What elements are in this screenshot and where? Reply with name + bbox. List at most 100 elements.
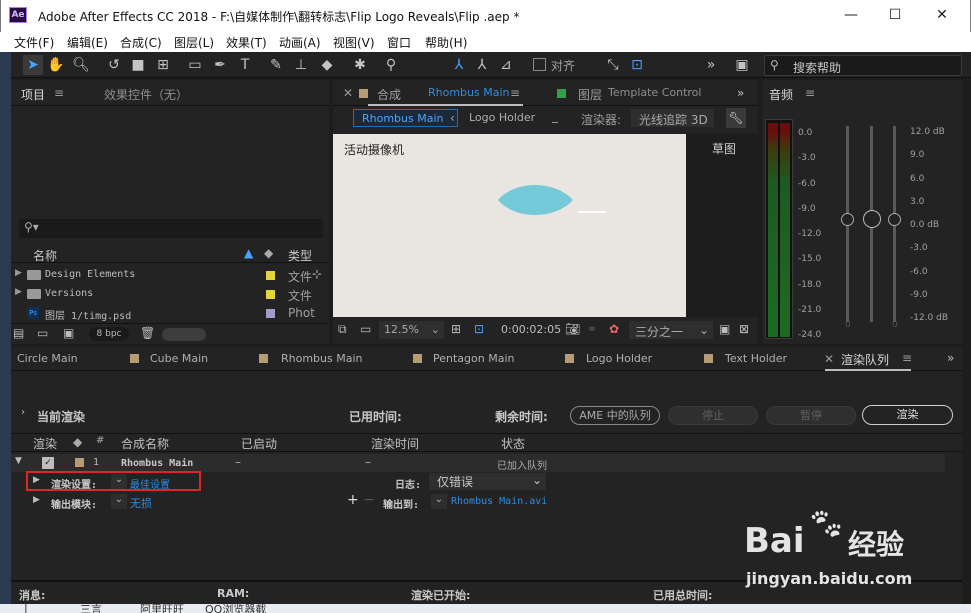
expand-workspace-icon[interactable]: » bbox=[701, 55, 721, 75]
panel-menu-icon[interactable]: ≡ bbox=[510, 86, 520, 100]
list-item[interactable]: ▶ Versions 文件 bbox=[11, 285, 329, 304]
monitor-icon[interactable]: ▭ bbox=[360, 322, 371, 336]
log-select[interactable]: 仅错误 ⌄ bbox=[429, 473, 546, 490]
panel-menu-icon[interactable]: ≡ bbox=[805, 86, 815, 100]
menu-layer[interactable]: 图层(L) bbox=[174, 34, 214, 51]
panel-menu-icon[interactable]: ≡ bbox=[54, 86, 64, 100]
tab-cube-main[interactable]: Cube Main bbox=[150, 352, 208, 365]
help-search-box[interactable]: ⚲ 搜索帮助 bbox=[764, 55, 962, 76]
channel-icon[interactable]: ✿ bbox=[609, 322, 619, 336]
tab-render-queue[interactable]: 渲染队列 bbox=[841, 351, 889, 368]
column-comp-name[interactable]: 合成名称 bbox=[121, 435, 169, 452]
column-name[interactable]: 名称 bbox=[33, 247, 57, 264]
world-axis-icon[interactable]: ⅄ bbox=[472, 55, 492, 75]
pin-tool-icon[interactable]: ⚲ bbox=[381, 55, 401, 75]
resolution-select[interactable]: 三分之一 ⌄ bbox=[629, 321, 713, 339]
list-item[interactable]: ▶ Design Elements 文件 ⊹ bbox=[11, 266, 329, 285]
workspace-icon[interactable]: ▣ bbox=[732, 55, 752, 75]
layer-tab-prefix[interactable]: 图层 bbox=[578, 86, 602, 103]
output-to-value[interactable]: Rhombus Main.avi bbox=[451, 496, 547, 507]
taskbar-item[interactable]: QQ浏览器截 bbox=[205, 604, 266, 613]
project-search-input[interactable]: ⚲▾ bbox=[19, 219, 323, 238]
interpret-footage-icon[interactable]: ▤ bbox=[13, 326, 24, 340]
brush-tool-icon[interactable]: ✎ bbox=[266, 55, 286, 75]
close-tab-icon[interactable]: ✕ bbox=[824, 352, 834, 366]
remove-output-module-icon[interactable]: − bbox=[363, 492, 375, 508]
trash-icon[interactable]: 🗑︎ bbox=[140, 326, 155, 340]
selection-tool-icon[interactable]: ➤ bbox=[23, 55, 43, 75]
snap-feature-icon[interactable]: ⊡ bbox=[627, 55, 647, 75]
collapse-arrow-icon[interactable]: ▼ bbox=[15, 456, 22, 466]
pause-button[interactable]: 暂停 bbox=[766, 406, 856, 425]
expand-arrow-icon[interactable]: ▶ bbox=[15, 268, 22, 278]
minimize-button[interactable]: — bbox=[828, 0, 874, 32]
menu-composition[interactable]: 合成(C) bbox=[120, 34, 162, 51]
bpc-button[interactable]: 8 bpc bbox=[89, 327, 129, 341]
comp-tab-name[interactable]: Rhombus Main bbox=[428, 86, 510, 99]
project-scrollbar[interactable] bbox=[162, 328, 206, 341]
layer-tab-name[interactable]: Template Control bbox=[608, 86, 701, 99]
view-axis-icon[interactable]: ⊿ bbox=[496, 55, 516, 75]
expand-arrow-icon[interactable]: › bbox=[21, 407, 25, 418]
close-button[interactable]: ✕ bbox=[919, 0, 965, 32]
column-type[interactable]: 类型 bbox=[288, 247, 312, 264]
safe-zones-icon[interactable]: ⊞ bbox=[451, 322, 461, 336]
output-to-dropdown[interactable]: ⌄ bbox=[431, 494, 447, 509]
stop-button[interactable]: 停止 bbox=[668, 406, 758, 425]
type-tool-icon[interactable]: T bbox=[235, 55, 255, 75]
column-status[interactable]: 状态 bbox=[501, 435, 525, 452]
eraser-tool-icon[interactable]: ◆ bbox=[317, 55, 337, 75]
comp-canvas[interactable]: 活动摄像机 bbox=[333, 134, 686, 317]
slider-knob-center[interactable] bbox=[863, 210, 881, 228]
renderer-select[interactable]: 光线追踪 3D bbox=[631, 109, 714, 127]
output-module-value[interactable]: 无损 bbox=[130, 495, 152, 511]
camera-tool-icon[interactable]: ■ bbox=[128, 55, 148, 75]
menu-help[interactable]: 帮助(H) bbox=[425, 34, 467, 51]
column-number[interactable]: # bbox=[96, 435, 104, 446]
timecode[interactable]: 0:00:02:05 bbox=[501, 323, 561, 336]
pen-tool-icon[interactable]: ✒ bbox=[210, 55, 230, 75]
render-button[interactable]: 渲染 bbox=[862, 405, 953, 425]
new-composition-icon[interactable]: ▣ bbox=[63, 326, 74, 340]
transparency-icon[interactable]: ⊡ bbox=[474, 322, 484, 336]
add-output-module-icon[interactable]: + bbox=[347, 492, 359, 508]
rectangle-tool-icon[interactable]: ▭ bbox=[185, 55, 205, 75]
expand-arrow-icon[interactable]: ▶ bbox=[15, 287, 22, 297]
panel-menu-icon[interactable]: ≡ bbox=[902, 351, 912, 365]
zoom-tool-icon[interactable]: 🔍︎ bbox=[71, 55, 91, 75]
tab-rhombus-main[interactable]: Rhombus Main bbox=[281, 352, 363, 365]
menu-effect[interactable]: 效果(T) bbox=[226, 34, 267, 51]
maximize-button[interactable]: ☐ bbox=[872, 0, 918, 32]
sort-asc-icon[interactable]: ▲ bbox=[244, 246, 253, 260]
tab-text-holder[interactable]: Text Holder bbox=[725, 352, 787, 365]
menu-file[interactable]: 文件(F) bbox=[14, 34, 54, 51]
column-render[interactable]: 渲染 bbox=[33, 435, 57, 452]
output-module-dropdown[interactable]: ⌄ bbox=[111, 494, 127, 509]
new-folder-icon[interactable]: ▭ bbox=[37, 326, 48, 340]
column-started[interactable]: 已启动 bbox=[241, 435, 277, 452]
tab-pentagon-main[interactable]: Pentagon Main bbox=[433, 352, 514, 365]
slider-knob-left[interactable] bbox=[841, 213, 854, 226]
zoom-select[interactable]: 12.5% ⌄ bbox=[379, 321, 444, 339]
taskbar-item[interactable]: 三言 bbox=[80, 604, 102, 613]
column-render-time[interactable]: 渲染时间 bbox=[371, 435, 419, 452]
expand-arrow-icon[interactable]: ▶ bbox=[33, 495, 40, 505]
wrench-icon[interactable]: 🔧︎ bbox=[726, 108, 746, 128]
menu-animation[interactable]: 动画(A) bbox=[279, 34, 321, 51]
snapshot-icon[interactable]: 📷︎ bbox=[565, 322, 580, 336]
tab-effect-controls[interactable]: 效果控件（无） bbox=[104, 86, 188, 103]
comp-tab-prefix[interactable]: 合成 bbox=[377, 86, 401, 103]
clone-stamp-tool-icon[interactable]: ⊥ bbox=[291, 55, 311, 75]
menu-view[interactable]: 视图(V) bbox=[333, 34, 375, 51]
queue-item-row[interactable]: ▼ ✓ 1 Rhombus Main – – 已加入队列 bbox=[11, 454, 945, 472]
rotate-tool-icon[interactable]: ↺ bbox=[104, 55, 124, 75]
more-tabs-icon[interactable]: » bbox=[737, 86, 744, 100]
always-preview-icon[interactable]: ⧉ bbox=[338, 322, 347, 337]
render-checkbox[interactable]: ✓ bbox=[42, 457, 54, 469]
close-tab-icon[interactable]: ✕ bbox=[343, 86, 353, 100]
tab-circle-main[interactable]: Circle Main bbox=[17, 352, 78, 365]
pan-behind-tool-icon[interactable]: ⊞ bbox=[153, 55, 173, 75]
region-of-interest-icon[interactable]: ▣ bbox=[719, 322, 730, 336]
flowchart-tab-rhombus[interactable]: Rhombus Main bbox=[353, 109, 458, 127]
snap-checkbox[interactable] bbox=[533, 58, 546, 71]
